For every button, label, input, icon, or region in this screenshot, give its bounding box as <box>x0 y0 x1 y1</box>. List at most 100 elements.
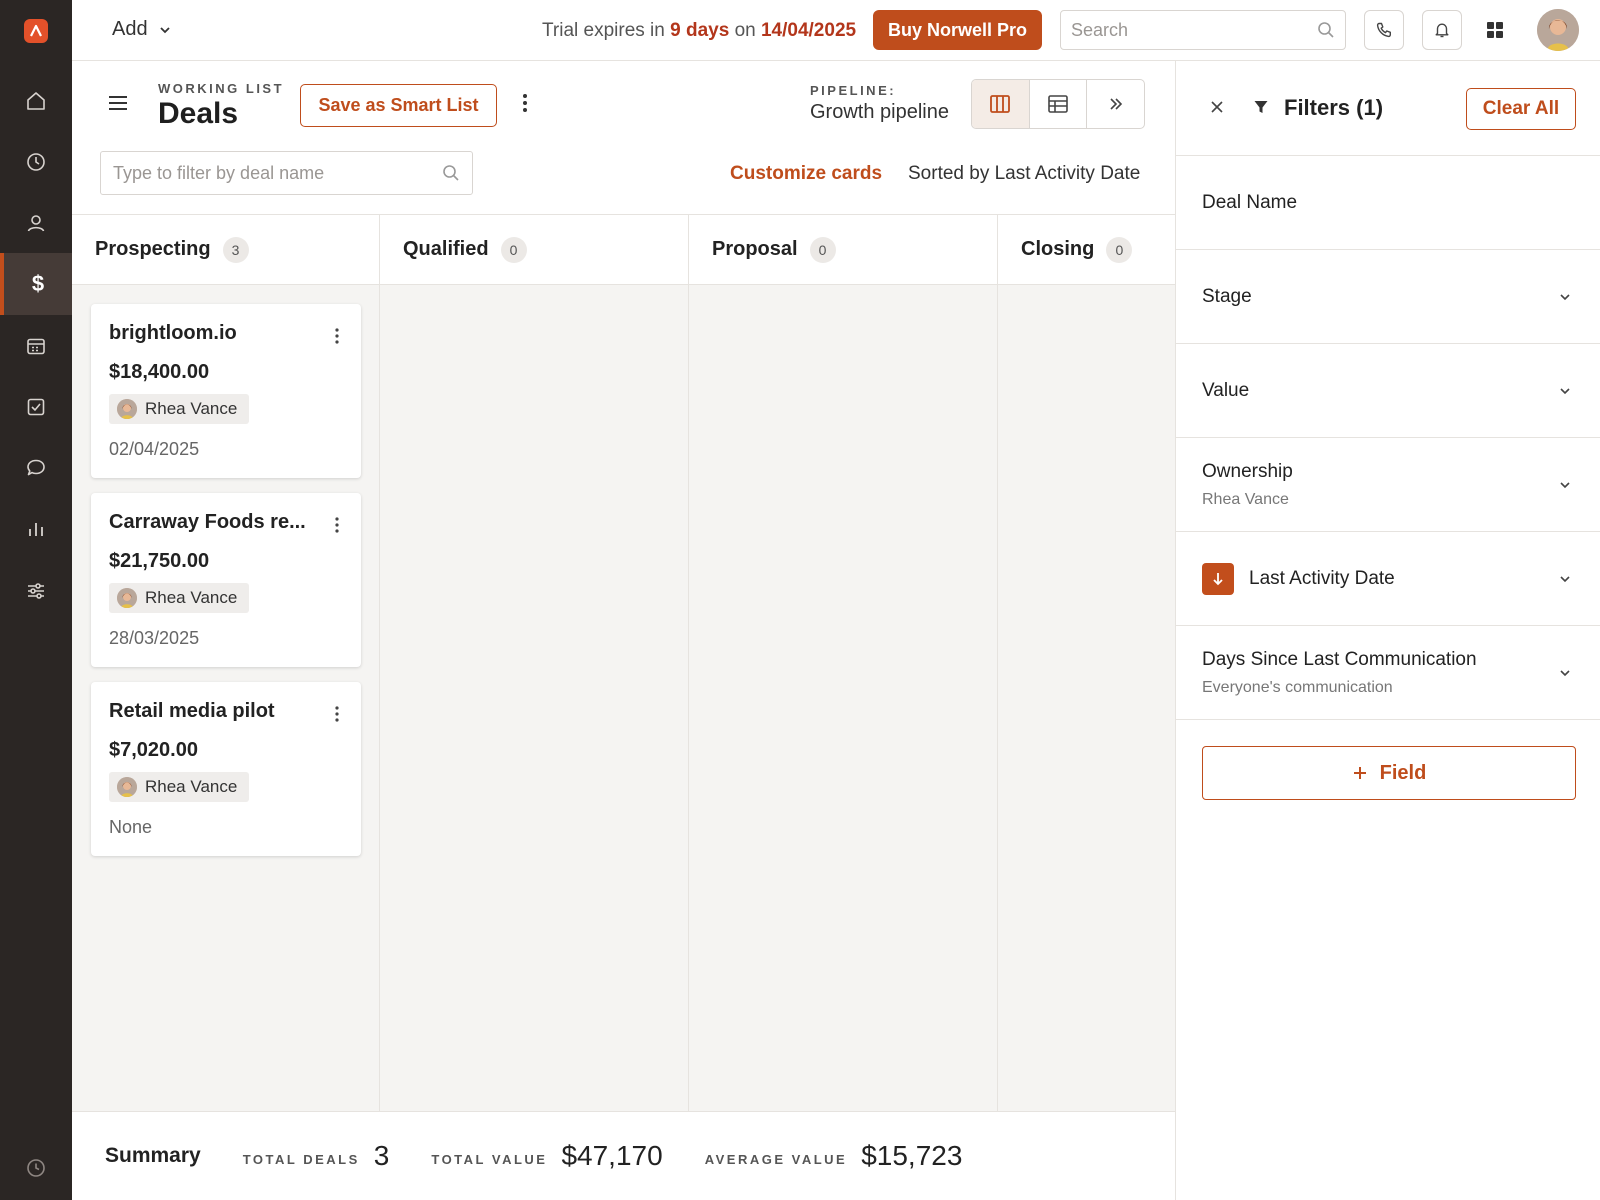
bar-chart-icon <box>29 523 43 536</box>
card-menu-button[interactable] <box>335 517 339 533</box>
filter-label: Value <box>1202 379 1250 401</box>
more-vertical-icon <box>335 517 339 533</box>
column-proposal: Proposal 0 <box>689 215 998 1112</box>
home-icon <box>27 92 45 110</box>
table-icon <box>1048 95 1068 113</box>
close-icon <box>1211 101 1223 113</box>
card-menu-button[interactable] <box>335 706 339 722</box>
nav-recent[interactable] <box>0 131 72 193</box>
deal-card[interactable]: Retail media pilot $7,020.00 Rhea Vance … <box>91 682 361 856</box>
owner-name: Rhea Vance <box>145 588 238 607</box>
add-button[interactable]: Add <box>112 18 172 41</box>
app-logo-icon[interactable] <box>24 19 48 43</box>
filter-last-activity-date[interactable]: Last Activity Date <box>1176 532 1600 626</box>
nav-conversations[interactable] <box>0 437 72 499</box>
filters-header: Filters (1) Clear All <box>1176 61 1600 156</box>
chevron-down-icon <box>1560 669 1570 676</box>
column-title: Prospecting <box>95 238 211 260</box>
chevron-down-icon <box>159 26 170 33</box>
filter-label: Deal Name <box>1202 191 1298 213</box>
add-label: Add <box>112 18 148 40</box>
total-deals-value: 3 <box>373 1140 390 1171</box>
card-menu-button[interactable] <box>335 328 339 344</box>
deal-title: brightloom.io <box>109 322 237 344</box>
average-value-label: AVERAGE VALUE <box>704 1151 848 1167</box>
sort-descending-icon[interactable] <box>1202 562 1234 595</box>
deal-name-filter[interactable] <box>100 151 473 195</box>
save-smart-list-button[interactable]: Save as Smart List <box>300 84 497 127</box>
filter-days-since-communication[interactable]: Days Since Last Communication Everyone's… <box>1176 626 1600 720</box>
owner-avatar <box>117 399 137 419</box>
filter-label: Ownership <box>1202 460 1293 482</box>
filters-panel: Filters (1) Clear All Deal Name Stage Va… <box>1175 61 1600 1200</box>
user-avatar[interactable] <box>1537 9 1579 51</box>
global-search[interactable] <box>1060 10 1346 50</box>
board-view-button[interactable] <box>972 80 1030 128</box>
apps-button[interactable] <box>1477 12 1513 48</box>
owner-chip[interactable]: Rhea Vance <box>109 394 250 424</box>
table-view-button[interactable] <box>1030 80 1088 128</box>
owner-chip[interactable]: Rhea Vance <box>109 772 250 802</box>
history-icon <box>27 1159 45 1177</box>
search-icon <box>443 165 459 181</box>
owner-name: Rhea Vance <box>145 399 238 418</box>
buy-pro-button[interactable]: Buy Norwell Pro <box>873 10 1042 50</box>
owner-avatar <box>117 588 137 608</box>
filter-sub-value: Everyone's communication <box>1202 678 1393 696</box>
notifications-button[interactable] <box>1422 10 1462 50</box>
column-count-badge: 3 <box>222 236 249 263</box>
deal-date: 28/03/2025 <box>109 628 200 648</box>
nav-contacts[interactable] <box>0 192 72 254</box>
deal-filter-input[interactable] <box>113 162 442 184</box>
nav-settings[interactable] <box>0 560 72 622</box>
filter-ownership[interactable]: Ownership Rhea Vance <box>1176 438 1600 532</box>
nav-calendar[interactable] <box>0 315 72 377</box>
column-header: Proposal 0 <box>689 215 997 285</box>
expand-view-button[interactable] <box>1087 80 1144 128</box>
column-body: brightloom.io $18,400.00 Rhea Vance 02/0… <box>72 285 379 1112</box>
nav-home[interactable] <box>0 70 72 132</box>
bell-icon <box>1435 23 1449 38</box>
nav-tasks[interactable] <box>0 376 72 438</box>
sliders-icon <box>28 583 44 599</box>
deals-board: Prospecting 3 brightloom.io $18,400.00 R… <box>72 214 1176 1112</box>
close-filters-button[interactable] <box>1209 99 1225 115</box>
filter-icon <box>1253 99 1269 115</box>
filter-deal-name[interactable]: Deal Name <box>1176 156 1600 250</box>
trial-notice: Trial expires in 9 days on 14/04/2025 <box>542 20 856 42</box>
column-prospecting: Prospecting 3 brightloom.io $18,400.00 R… <box>72 215 380 1112</box>
trial-prefix: Trial expires in <box>542 20 665 41</box>
list-menu-button[interactable] <box>108 95 128 111</box>
more-options-button[interactable] <box>522 93 528 113</box>
more-vertical-icon <box>335 706 339 722</box>
owner-chip[interactable]: Rhea Vance <box>109 583 250 613</box>
total-value-label: TOTAL VALUE <box>431 1151 548 1167</box>
filter-value[interactable]: Value <box>1176 344 1600 438</box>
deal-card[interactable]: Carraway Foods re... $21,750.00 Rhea Van… <box>91 493 361 667</box>
filter-label: Days Since Last Communication <box>1202 648 1477 670</box>
search-input[interactable] <box>1071 19 1317 41</box>
view-toggle <box>971 79 1145 129</box>
pipeline-selector[interactable]: Growth pipeline <box>810 101 949 124</box>
nav-deals[interactable]: $ <box>0 253 72 315</box>
trial-days: 9 days <box>670 20 730 41</box>
phone-button[interactable] <box>1364 10 1404 50</box>
hamburger-icon <box>109 96 127 110</box>
customize-cards-link[interactable]: Customize cards <box>730 163 882 185</box>
nav-reports[interactable] <box>0 498 72 560</box>
deal-card[interactable]: brightloom.io $18,400.00 Rhea Vance 02/0… <box>91 304 361 478</box>
filter-stage[interactable]: Stage <box>1176 250 1600 344</box>
clear-all-button[interactable]: Clear All <box>1466 88 1576 130</box>
add-field-button[interactable]: Field <box>1202 746 1576 800</box>
chevron-down-icon <box>1560 575 1570 582</box>
filters-title: Filters (1) <box>1284 95 1384 120</box>
owner-avatar <box>117 777 137 797</box>
nav-history[interactable] <box>0 1137 72 1199</box>
column-qualified: Qualified 0 <box>380 215 689 1112</box>
filter-label: Stage <box>1202 285 1252 307</box>
column-title: Closing <box>1021 238 1095 260</box>
top-bar: Add Trial expires in 9 days on 14/04/202… <box>72 0 1600 61</box>
sort-indicator[interactable]: Sorted by Last Activity Date <box>908 163 1140 185</box>
average-value: $15,723 <box>861 1140 963 1171</box>
columns-icon <box>990 95 1011 113</box>
